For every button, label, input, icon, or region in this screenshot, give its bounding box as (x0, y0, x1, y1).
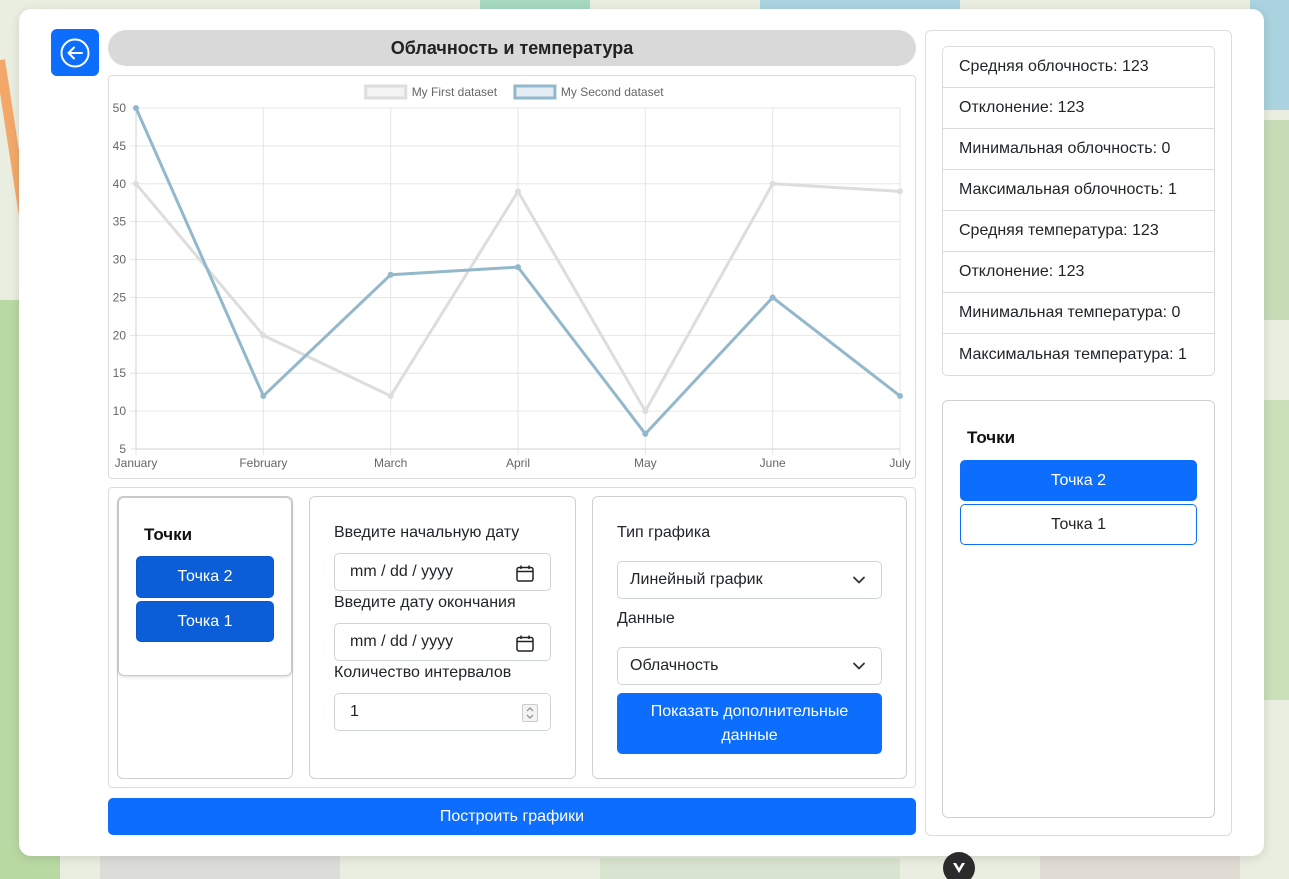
data-label: Данные (617, 610, 675, 627)
y-tick-label: 30 (113, 253, 127, 267)
build-charts-button[interactable]: Построить графики (108, 798, 916, 835)
start-date-label: Введите начальную дату (334, 524, 520, 541)
y-tick-label: 25 (113, 290, 127, 304)
y-tick-label: 20 (113, 328, 127, 342)
point-button-1[interactable]: Точка 1 (136, 601, 274, 642)
start-date-placeholder: mm / dd / yyyy (350, 563, 454, 580)
x-tick-label: April (506, 456, 530, 470)
stat-temperature-deviation: Отклонение: 123 (943, 252, 1214, 293)
data-point (897, 188, 903, 195)
legend-label: My First dataset (412, 85, 498, 99)
x-tick-label: June (760, 456, 786, 470)
x-tick-label: January (115, 456, 158, 470)
stat-max-temperature: Максимальная температура: 1 (959, 345, 1187, 363)
data-point (260, 392, 267, 399)
end-date-label: Введите дату окончания (334, 594, 516, 611)
data-point (515, 188, 521, 195)
chart-type-select[interactable]: Линейный график (617, 561, 882, 599)
intervals-input[interactable]: 1 (334, 693, 551, 731)
data-point (769, 294, 776, 301)
stat-max-cloudiness: Максимальная облочность: 1 (943, 170, 1214, 211)
stat-cloudiness-deviation: Отклонение: 123 (943, 88, 1214, 129)
x-tick-label: July (889, 456, 910, 470)
vue-logo-icon (953, 863, 965, 873)
stat-min-cloudiness: Минимальная облочность: 0 (943, 129, 1214, 170)
end-date-input[interactable]: mm / dd / yyyy (334, 623, 551, 661)
legend-label: My Second dataset (561, 85, 664, 99)
chart-container: 5 10 15 20 25 30 35 40 45 50 January February March A… (108, 75, 916, 479)
y-tick-label: 40 (113, 177, 127, 191)
chart-type-value: Линейный график (630, 571, 763, 588)
y-tick-label: 50 (113, 101, 127, 115)
x-tick-label: March (374, 456, 407, 470)
data-point (133, 105, 139, 111)
data-point (260, 332, 267, 339)
stats-list: Средняя облочность: 123 Отклонение: 123 … (942, 46, 1215, 376)
stat-min-temperature: Минимальная температура: 0 (943, 293, 1214, 334)
data-point (642, 408, 649, 415)
data-point (897, 392, 903, 399)
right-point-button-1[interactable]: Точка 1 (960, 504, 1197, 545)
data-point (769, 180, 776, 187)
back-button[interactable] (51, 29, 99, 76)
chevron-down-icon (853, 662, 865, 670)
stat-avg-temperature: Средняя температура: 123 (943, 211, 1214, 252)
point-button-2[interactable]: Точка 2 (136, 556, 274, 598)
calendar-icon[interactable] (516, 565, 534, 582)
devtools-badge[interactable] (943, 852, 975, 879)
intervals-label: Количество интервалов (334, 664, 512, 681)
line-chart: 5 10 15 20 25 30 35 40 45 50 January February March A… (113, 84, 911, 470)
y-tick-label: 35 (113, 215, 127, 229)
page-title: Облачность и температура (108, 30, 916, 66)
arrow-left-circle-icon (60, 38, 90, 67)
data-value: Облачность (630, 657, 719, 674)
number-spinner-icon[interactable] (522, 704, 538, 722)
right-points-heading: Точки (967, 428, 1016, 447)
x-tick-label: May (634, 456, 657, 470)
x-tick-label: February (239, 456, 287, 470)
data-select[interactable]: Облачность (617, 647, 882, 685)
stat-avg-cloudiness: Средняя облочность: 123 (943, 47, 1214, 88)
chevron-down-icon (853, 576, 865, 584)
chart-type-label: Тип графика (617, 524, 711, 541)
y-tick-label: 5 (119, 442, 126, 456)
y-tick-label: 45 (113, 139, 127, 153)
right-point-button-2[interactable]: Точка 2 (960, 460, 1197, 501)
calendar-icon[interactable] (516, 635, 534, 652)
start-date-input[interactable]: mm / dd / yyyy (334, 553, 551, 591)
legend-swatch (513, 84, 557, 100)
y-tick-label: 15 (113, 366, 127, 380)
data-point (387, 271, 394, 278)
show-extra-data-button[interactable]: Показать дополнительные данные (617, 693, 882, 754)
end-date-placeholder: mm / dd / yyyy (350, 633, 454, 650)
data-point (515, 264, 521, 271)
intervals-value: 1 (350, 703, 359, 720)
points-heading: Точки (144, 525, 193, 544)
data-point (133, 180, 139, 187)
data-point (387, 392, 394, 399)
data-point (642, 430, 649, 437)
legend-swatch (364, 84, 408, 100)
y-tick-label: 10 (113, 404, 127, 418)
